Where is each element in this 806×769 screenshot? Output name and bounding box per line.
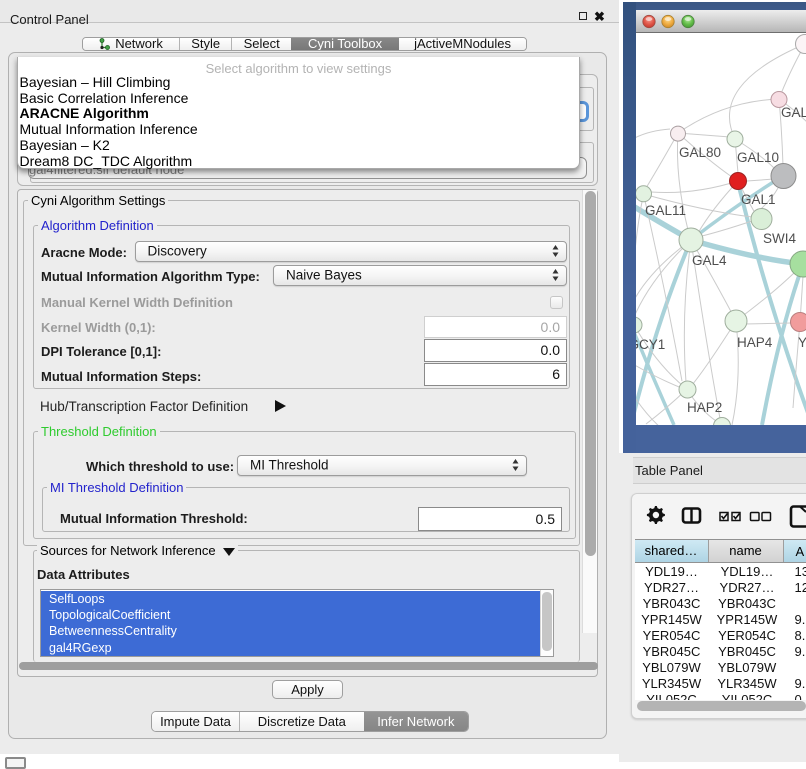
svg-text:GAL11: GAL11 xyxy=(645,203,686,218)
svg-text:YD: YD xyxy=(798,335,806,350)
svg-text:SWI4: SWI4 xyxy=(763,231,796,246)
svg-text:GAL4: GAL4 xyxy=(692,253,727,268)
svg-text:HAP4: HAP4 xyxy=(737,335,773,350)
svg-text:GAL1: GAL1 xyxy=(741,192,776,207)
svg-text:GAL7: GAL7 xyxy=(781,105,806,120)
svg-text:GAL10: GAL10 xyxy=(737,150,779,165)
svg-text:GAL80: GAL80 xyxy=(679,145,721,160)
svg-text:GCY1: GCY1 xyxy=(636,337,665,352)
svg-text:HAP2: HAP2 xyxy=(687,400,722,415)
